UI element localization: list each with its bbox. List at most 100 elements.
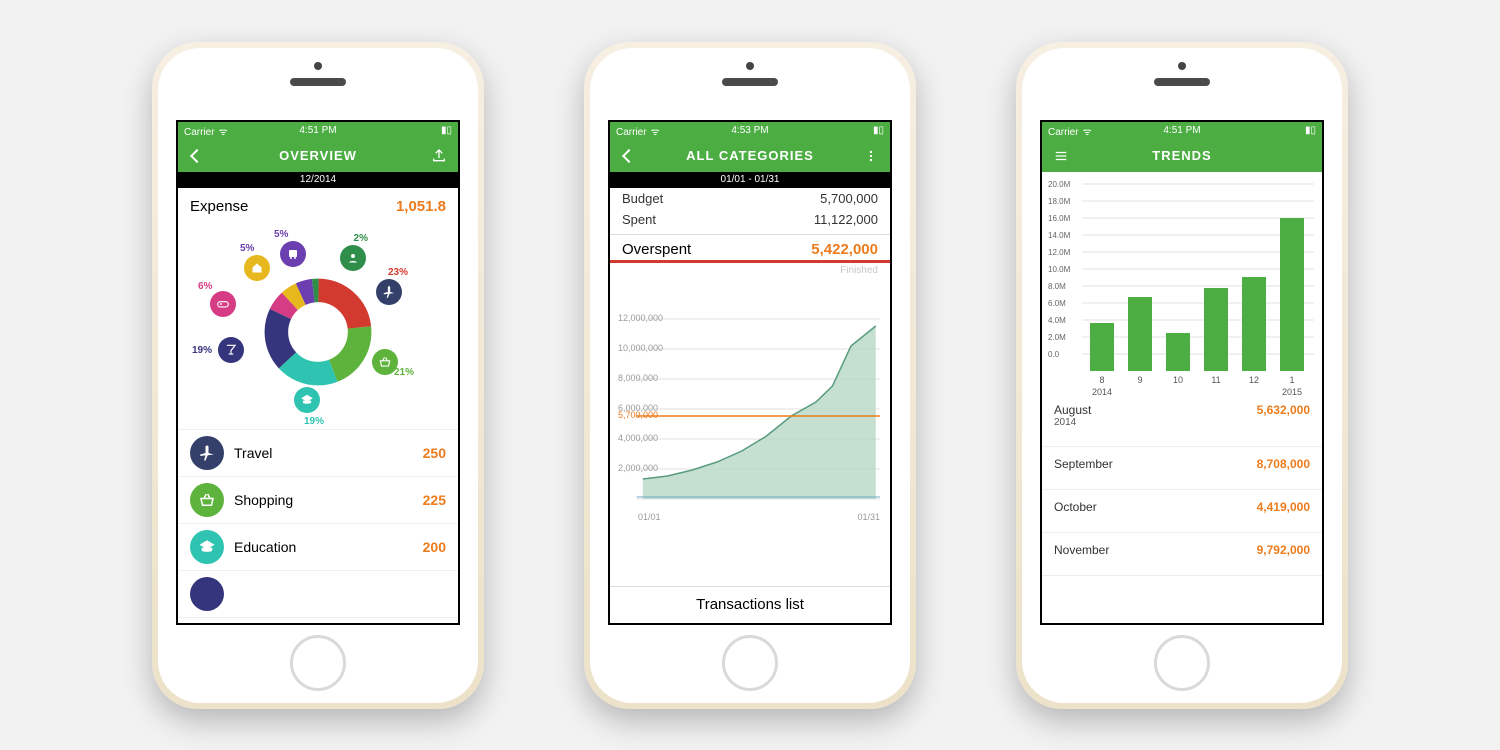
- more-button[interactable]: [862, 147, 880, 165]
- bar-8[interactable]: [1090, 323, 1114, 371]
- slice-pct-5: 5%: [240, 243, 254, 254]
- bar-10[interactable]: [1166, 333, 1190, 371]
- ytick-5: 4,000,000: [618, 433, 658, 443]
- slice-pct-6: 5%: [274, 229, 288, 240]
- status-bar: Carrierᯤ 4:51 PM ▮▯: [178, 122, 458, 140]
- glass-icon: [218, 337, 244, 363]
- x-end: 01/31: [857, 512, 880, 522]
- xyear: 2014: [1092, 387, 1112, 397]
- trend-row-sep[interactable]: September 8,708,000: [1042, 447, 1322, 490]
- plane-icon: [190, 436, 224, 470]
- status-bar: Carrierᯤ 4:51 PM ▮▯: [1042, 122, 1322, 140]
- bar-12[interactable]: [1242, 277, 1266, 371]
- date-range-bar[interactable]: 01/01 - 01/31: [610, 172, 890, 188]
- ytick: 18.0M: [1048, 197, 1070, 206]
- share-button[interactable]: [430, 147, 448, 165]
- xlabel: 1: [1280, 375, 1304, 385]
- bus-icon: [280, 241, 306, 267]
- stage: Carrierᯤ 4:51 PM ▮▯ OVERVIEW 12/2014 Exp…: [0, 0, 1500, 750]
- transactions-list-button[interactable]: Transactions list: [610, 586, 890, 623]
- screen-trends: Carrierᯤ 4:51 PM ▮▯ TRENDS: [1040, 120, 1324, 625]
- category-row-more[interactable]: [178, 571, 458, 618]
- page-title: TRENDS: [1042, 148, 1322, 163]
- expense-label: Expense: [190, 198, 248, 215]
- slice-pct-2: 19%: [304, 416, 324, 427]
- ytick: 0.0: [1048, 350, 1059, 359]
- category-value: 225: [423, 492, 446, 508]
- overspent-value: 5,422,000: [811, 241, 878, 258]
- status-bar: Carrierᯤ 4:53 PM ▮▯: [610, 122, 890, 140]
- screen-overview: Carrierᯤ 4:51 PM ▮▯ OVERVIEW 12/2014 Exp…: [176, 120, 460, 625]
- nav-bar: OVERVIEW: [178, 140, 458, 172]
- category-value: 250: [423, 445, 446, 461]
- status-time: 4:51 PM: [1042, 125, 1322, 136]
- trend-row-aug[interactable]: August2014 5,632,000: [1042, 393, 1322, 447]
- basket-icon: [190, 483, 224, 517]
- xlabel: 9: [1128, 375, 1152, 385]
- expense-value: 1,051.8: [396, 198, 446, 215]
- slice-pct-0: 23%: [388, 267, 408, 278]
- slice-pct-7: 2%: [354, 233, 368, 244]
- phone-trends: Carrierᯤ 4:51 PM ▮▯ TRENDS: [1016, 42, 1348, 709]
- spending-area-chart[interactable]: 12,000,000 10,000,000 8,000,000 6,000,00…: [616, 304, 884, 534]
- ytick: 10.0M: [1048, 265, 1070, 274]
- category-list: Travel 250 Shopping 225 Education 200: [178, 429, 458, 618]
- ytick-1: 10,000,000: [618, 343, 663, 353]
- date-range-bar[interactable]: 12/2014: [178, 172, 458, 188]
- xyear: 2015: [1282, 387, 1302, 397]
- month-label: August: [1054, 403, 1091, 417]
- xlabel: 8: [1090, 375, 1114, 385]
- nav-bar: ALL CATEGORIES: [610, 140, 890, 172]
- slice-pct-3: 19%: [192, 345, 212, 356]
- category-name: Travel: [234, 445, 272, 461]
- spent-label: Spent: [622, 212, 656, 227]
- month-value: 9,792,000: [1257, 543, 1310, 557]
- ytick-0: 12,000,000: [618, 313, 663, 323]
- back-button[interactable]: [188, 147, 206, 165]
- ytick-2: 8,000,000: [618, 373, 658, 383]
- ytick: 12.0M: [1048, 248, 1070, 257]
- category-row-travel[interactable]: Travel 250: [178, 430, 458, 477]
- month-value: 4,419,000: [1257, 500, 1310, 514]
- ytick-budget: 5,700,000: [618, 410, 658, 420]
- status-time: 4:51 PM: [178, 125, 458, 136]
- trend-row-oct[interactable]: October 4,419,000: [1042, 490, 1322, 533]
- grad-icon: [190, 530, 224, 564]
- bar-9[interactable]: [1128, 297, 1152, 371]
- page-title: ALL CATEGORIES: [610, 148, 890, 163]
- finished-label: Finished: [610, 263, 890, 276]
- back-button[interactable]: [620, 147, 638, 165]
- category-name: Education: [234, 539, 296, 555]
- year-label: 2014: [1054, 417, 1091, 428]
- ytick: 4.0M: [1048, 316, 1066, 325]
- bar-1[interactable]: [1280, 218, 1304, 371]
- battery-icon: ▮▯: [1305, 125, 1316, 136]
- basket-icon: [372, 349, 398, 375]
- ytick: 16.0M: [1048, 214, 1070, 223]
- slice-pct-1: 21%: [394, 367, 414, 378]
- phone-overview: Carrierᯤ 4:51 PM ▮▯ OVERVIEW 12/2014 Exp…: [152, 42, 484, 709]
- category-row-education[interactable]: Education 200: [178, 524, 458, 571]
- battery-icon: ▮▯: [873, 125, 884, 136]
- glass-icon: [190, 577, 224, 611]
- month-value: 5,632,000: [1257, 403, 1310, 417]
- x-start: 01/01: [638, 512, 661, 522]
- phone-all-categories: Carrierᯤ 4:53 PM ▮▯ ALL CATEGORIES 01/01…: [584, 42, 916, 709]
- menu-button[interactable]: [1052, 147, 1070, 165]
- bar-11[interactable]: [1204, 288, 1228, 371]
- ytick: 14.0M: [1048, 231, 1070, 240]
- overspent-label: Overspent: [622, 241, 691, 258]
- game-icon: [210, 291, 236, 317]
- battery-icon: ▮▯: [441, 125, 452, 136]
- expense-donut-chart[interactable]: 23% 21% 19% 19% 6% 5% 5% 2%: [178, 219, 458, 429]
- trend-row-nov[interactable]: November 9,792,000: [1042, 533, 1322, 576]
- spent-value: 11,122,000: [814, 212, 878, 227]
- trends-bar-chart[interactable]: 20.0M 18.0M 16.0M 14.0M 12.0M 10.0M 8.0M…: [1046, 178, 1318, 393]
- month-label: November: [1054, 543, 1109, 557]
- category-row-shopping[interactable]: Shopping 225: [178, 477, 458, 524]
- budget-label: Budget: [622, 191, 663, 206]
- month-value: 8,708,000: [1257, 457, 1310, 471]
- ytick: 6.0M: [1048, 299, 1066, 308]
- xlabel: 11: [1204, 375, 1228, 385]
- category-value: 200: [423, 539, 446, 555]
